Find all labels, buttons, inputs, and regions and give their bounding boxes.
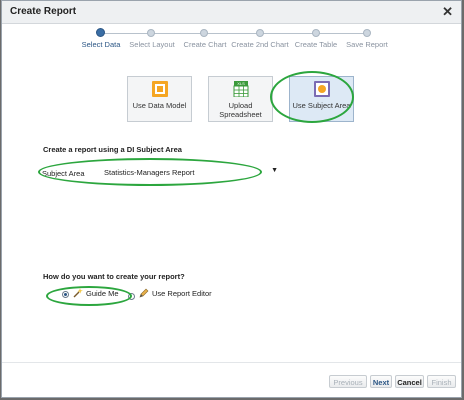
step-train-line xyxy=(100,33,368,34)
spreadsheet-icon: XLS xyxy=(233,81,249,97)
tile-label: Upload Spreadsheet xyxy=(219,101,262,119)
create-report-dialog: Create Report ✕ Select Data Select Layou… xyxy=(1,0,462,398)
creation-method-question: How do you want to create your report? xyxy=(43,272,185,281)
report-editor-radio[interactable] xyxy=(128,293,135,300)
step-label-save-report: Save Report xyxy=(346,40,388,49)
cancel-button[interactable]: Cancel xyxy=(395,375,424,388)
subject-area-select[interactable]: Statistics-Managers Report ▼ xyxy=(102,167,282,179)
use-subject-area-button[interactable]: Use Subject Area xyxy=(289,76,354,122)
tile-label: Use Subject Area xyxy=(292,101,351,110)
dialog-titlebar: Create Report ✕ xyxy=(2,1,461,24)
finish-button[interactable]: Finish xyxy=(427,375,456,388)
previous-button[interactable]: Previous xyxy=(329,375,367,388)
dialog-title: Create Report xyxy=(10,6,77,17)
step-label-select-layout: Select Layout xyxy=(129,40,175,49)
xls-badge: XLS xyxy=(237,81,245,86)
step-stop-select-layout xyxy=(147,29,155,37)
subject-area-label: Subject Area xyxy=(42,169,85,178)
upload-spreadsheet-button[interactable]: XLS Upload Spreadsheet xyxy=(208,76,273,122)
step-stop-create-table xyxy=(312,29,320,37)
guide-me-label[interactable]: Guide Me xyxy=(86,289,119,298)
pencil-icon xyxy=(139,288,149,298)
step-label-create-2nd-chart: Create 2nd Chart xyxy=(231,40,289,49)
use-report-editor-label[interactable]: Use Report Editor xyxy=(152,289,212,298)
next-button[interactable]: Next xyxy=(370,375,392,388)
step-label-create-table: Create Table xyxy=(294,40,338,49)
close-icon[interactable]: ✕ xyxy=(442,4,453,20)
step-stop-select-data[interactable] xyxy=(96,28,105,37)
use-data-model-button[interactable]: Use Data Model xyxy=(127,76,192,122)
step-label-create-chart: Create Chart xyxy=(183,40,227,49)
dialog-footer: Previous Next Cancel Finish xyxy=(2,362,461,397)
guide-me-radio[interactable] xyxy=(62,291,69,298)
wand-icon xyxy=(73,288,83,298)
step-stop-save-report xyxy=(363,29,371,37)
step-stop-create-chart xyxy=(200,29,208,37)
step-label-select-data[interactable]: Select Data xyxy=(82,40,121,49)
subject-area-value: Statistics-Managers Report xyxy=(104,168,195,177)
step-stop-create-2nd-chart xyxy=(256,29,264,37)
tile-label: Use Data Model xyxy=(132,101,187,110)
step-train: Select Data Select Layout Create Chart C… xyxy=(2,23,463,53)
data-model-icon xyxy=(152,81,168,97)
subject-area-icon xyxy=(314,81,330,97)
subject-area-heading: Create a report using a DI Subject Area xyxy=(43,145,182,154)
chevron-down-icon[interactable]: ▼ xyxy=(271,167,278,174)
